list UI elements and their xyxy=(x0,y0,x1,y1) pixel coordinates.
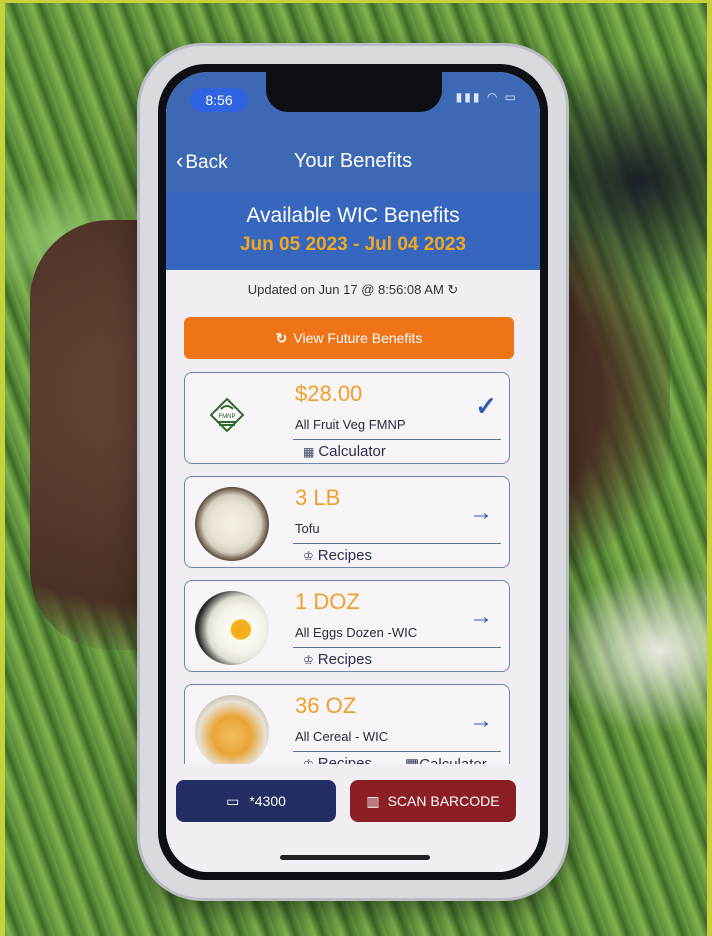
recipes-link[interactable]: ♔Recipes xyxy=(303,651,372,668)
battery-icon: ▭ xyxy=(504,90,518,104)
arrow-right-icon[interactable]: → xyxy=(469,499,493,527)
benefit-amount: 1 DOZ xyxy=(295,589,360,614)
status-icons: ▮▮▮ ◠ ▭ xyxy=(456,90,518,104)
updated-timestamp[interactable]: Updated on Jun 17 @ 8:56:08 AM ↻ xyxy=(166,282,540,298)
app-screen: 8:56 ▮▮▮ ◠ ▭ ‹ Back Your Benefits Availab… xyxy=(166,72,540,872)
recipes-label: Recipes xyxy=(317,651,372,668)
benefit-amount: $28.00 xyxy=(295,381,363,406)
chef-hat-icon: ♔ xyxy=(303,653,314,667)
recipes-label: Recipes xyxy=(317,547,372,564)
credit-card-icon: ▭ xyxy=(226,793,240,809)
page-title: Your Benefits xyxy=(293,150,413,172)
barcode-icon: ▥ xyxy=(366,793,380,809)
phone-notch xyxy=(266,72,442,112)
recipes-link[interactable]: ♔Recipes xyxy=(303,547,372,564)
benefit-card-fruit-veg[interactable]: FMNP $28.00 All Fruit Veg FMNP ▦ Calculat… xyxy=(184,372,510,464)
card-divider xyxy=(293,543,501,544)
scan-barcode-button[interactable]: ▥ SCAN BARCODE xyxy=(350,780,516,822)
benefit-card-eggs[interactable]: 1 DOZ All Eggs Dozen -WIC ♔ Recipes → xyxy=(184,580,510,672)
benefit-name: All Cereal - WIC xyxy=(295,729,389,744)
refresh-clock-icon: ↻ xyxy=(275,330,288,346)
benefit-card-cereal[interactable]: 36 OZ All Cereal - WIC ♔Recipes ▦Calcula… xyxy=(184,684,510,776)
benefit-name: All Eggs Dozen -WIC xyxy=(295,625,418,640)
fmnp-logo-text: FMNP xyxy=(219,414,236,420)
scan-barcode-label: SCAN BARCODE xyxy=(387,793,500,809)
tofu-image xyxy=(195,487,269,561)
card-number-button[interactable]: ▭ *4300 xyxy=(176,780,336,822)
view-future-benefits-button[interactable]: ↻ View Future Benefits xyxy=(184,317,514,359)
cereal-image xyxy=(195,695,269,769)
eggs-image xyxy=(195,591,269,665)
card-divider xyxy=(293,751,501,752)
arrow-right-icon[interactable]: → xyxy=(469,603,493,631)
check-icon: ✓ xyxy=(475,391,497,421)
benefit-card-tofu[interactable]: 3 LB Tofu ♔ Recipes → xyxy=(184,476,510,568)
signal-icon: ▮▮▮ xyxy=(455,90,482,104)
benefit-name: Tofu xyxy=(295,521,320,536)
arrow-right-icon[interactable]: → xyxy=(469,707,493,735)
benefits-title: Available WIC Benefits xyxy=(246,204,460,227)
fmnp-logo-icon: FMNP xyxy=(209,397,245,433)
benefits-header: Available WIC Benefits Jun 05 2023 - Jul… xyxy=(166,192,540,270)
calculator-icon: ▦ xyxy=(303,445,315,459)
card-divider xyxy=(293,439,501,440)
card-number-label: *4300 xyxy=(249,793,286,809)
benefit-amount: 3 LB xyxy=(295,485,341,510)
card-divider xyxy=(293,647,501,648)
benefit-name: All Fruit Veg FMNP xyxy=(295,417,406,432)
benefit-amount: 36 OZ xyxy=(295,693,357,718)
calculator-link[interactable]: ▦Calculator xyxy=(303,443,386,460)
nav-bar: ‹ Back Your Benefits xyxy=(166,118,540,192)
benefit-period: Jun 05 2023 - Jul 04 2023 xyxy=(239,234,467,255)
bottom-action-bar: ▭ *4300 ▥ SCAN BARCODE xyxy=(166,764,540,872)
home-indicator[interactable] xyxy=(280,855,430,860)
calculator-label: Calculator xyxy=(318,443,386,460)
wifi-icon: ◠ xyxy=(486,90,500,104)
status-time: 8:56 xyxy=(190,88,248,112)
chef-hat-icon: ♔ xyxy=(303,549,314,563)
future-button-label: View Future Benefits xyxy=(293,330,423,346)
